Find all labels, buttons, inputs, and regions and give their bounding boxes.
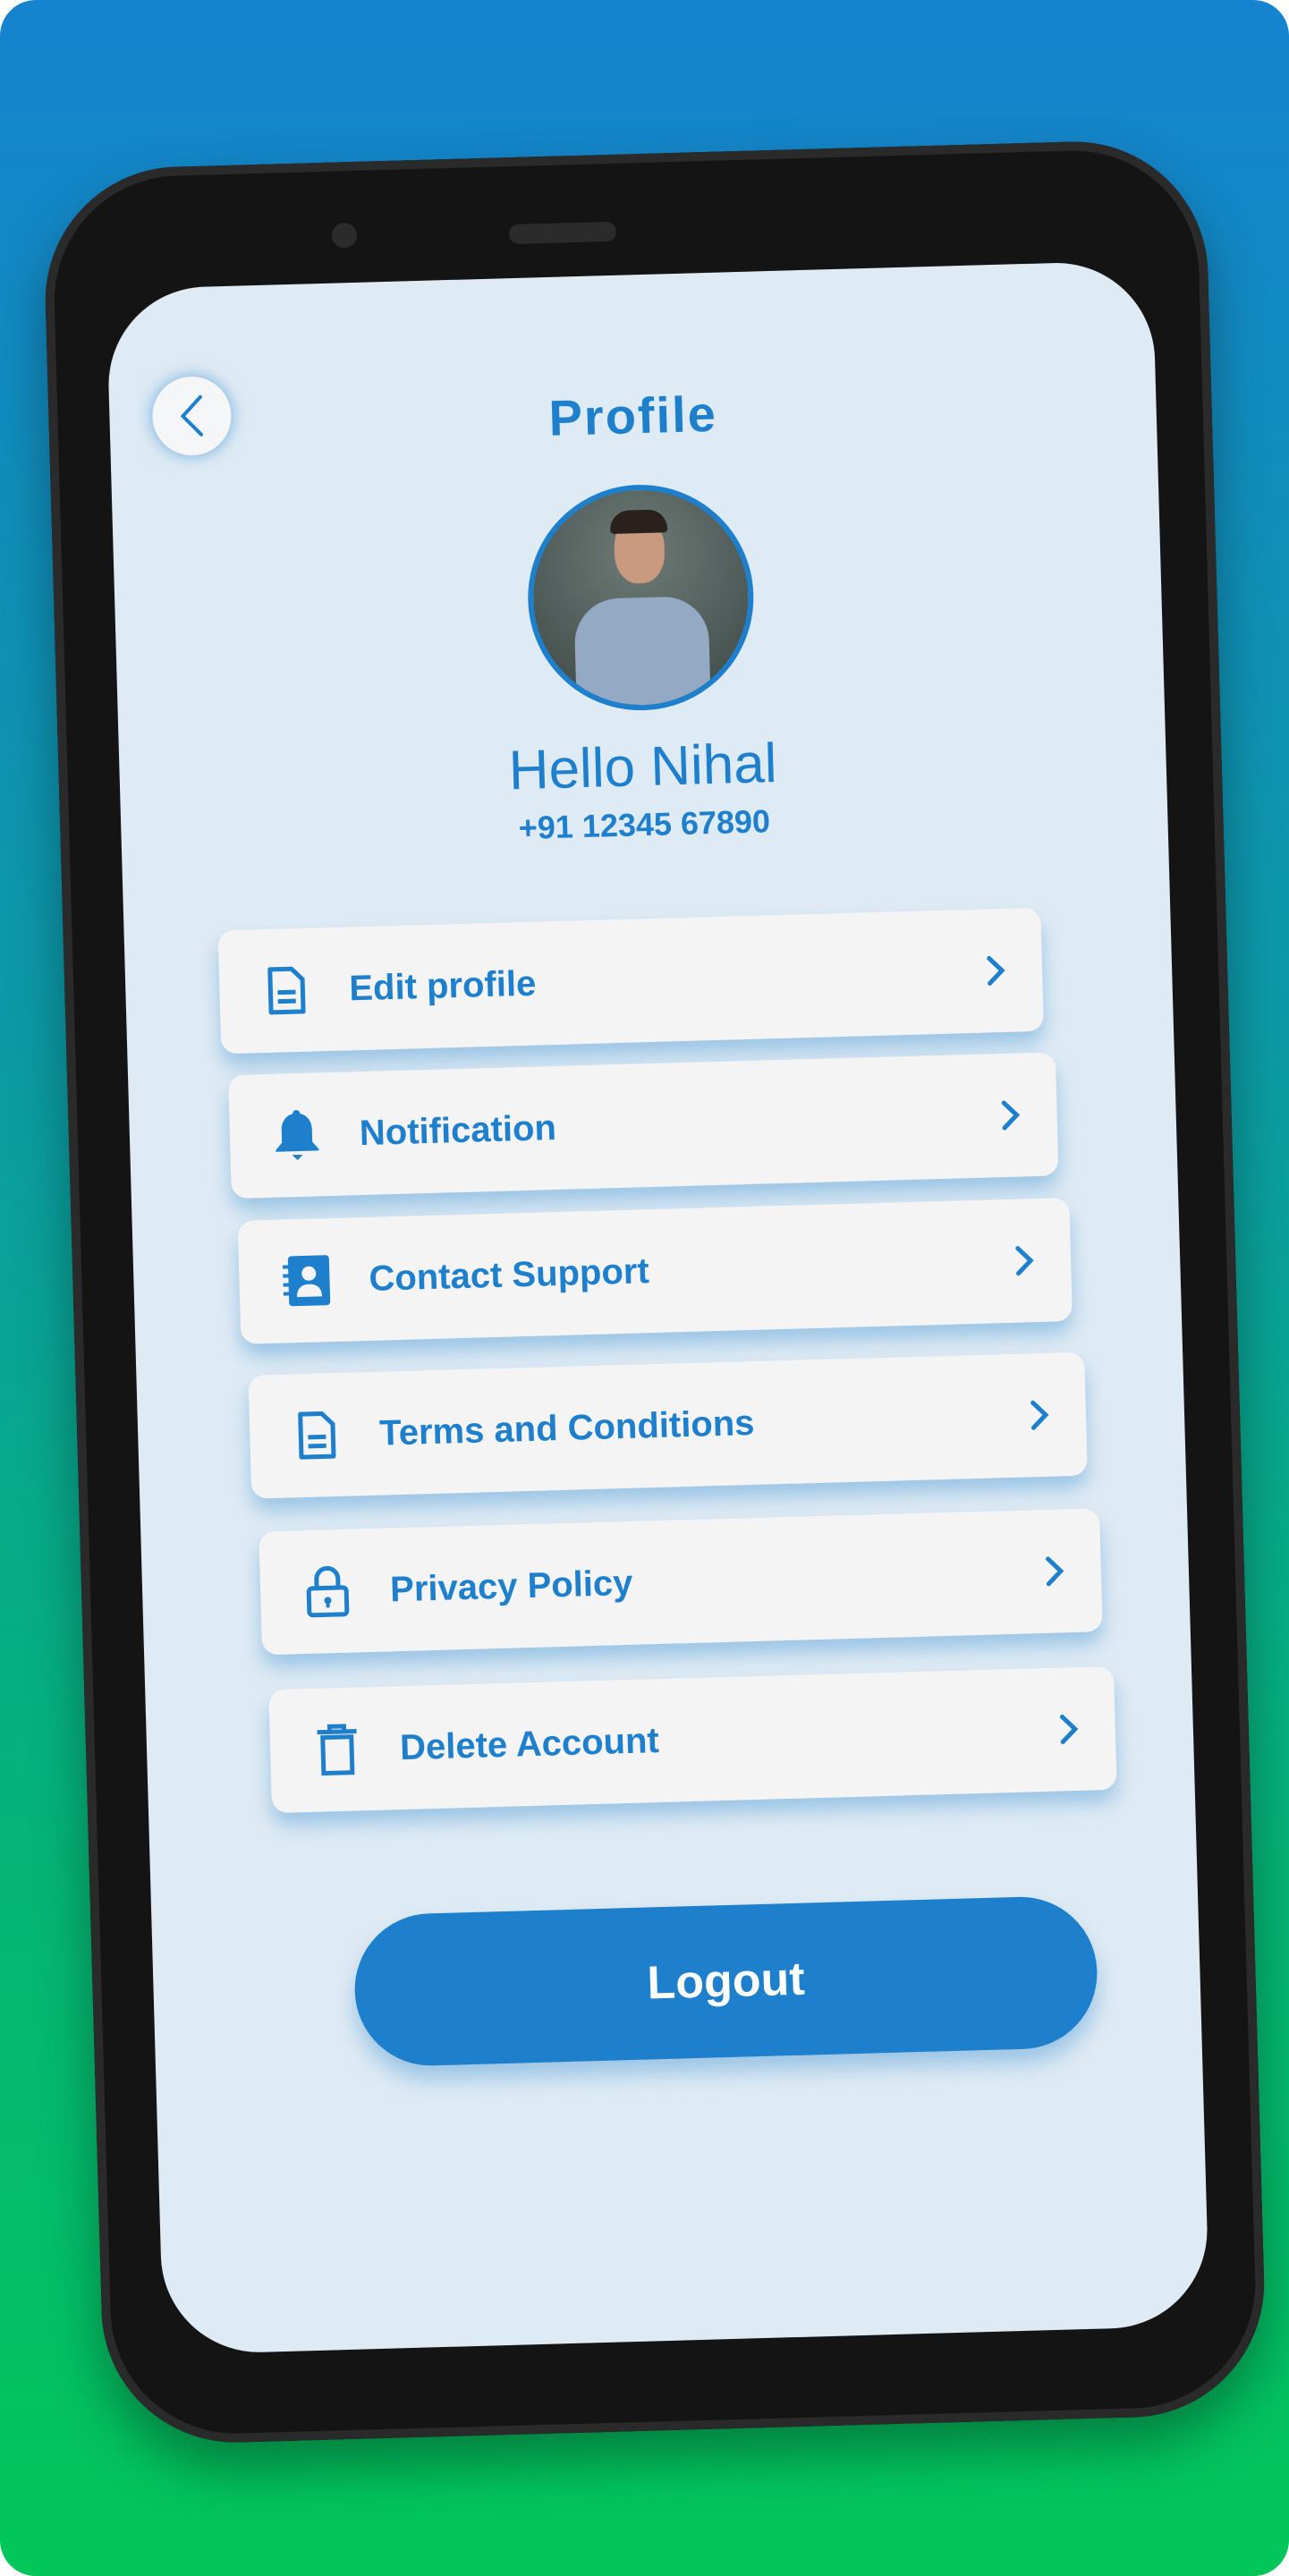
avatar-hair xyxy=(609,509,668,535)
phone-frame: Profile Hello Nihal +91 12345 67890 Edit… xyxy=(41,138,1268,2446)
background: Profile Hello Nihal +91 12345 67890 Edit… xyxy=(0,0,1289,2576)
menu-label: Notification xyxy=(359,1107,557,1153)
chevron-right-icon xyxy=(1015,1246,1034,1276)
chevron-right-icon xyxy=(1001,1100,1021,1131)
contact-book-icon xyxy=(279,1253,335,1309)
camera xyxy=(331,222,358,249)
menu-item-delete-account[interactable]: Delete Account xyxy=(268,1665,1117,1814)
menu-label: Contact Support xyxy=(368,1250,650,1299)
bell-icon xyxy=(269,1107,325,1163)
avatar-body xyxy=(573,596,712,714)
document-icon xyxy=(259,963,315,1019)
chevron-right-icon xyxy=(987,955,1005,986)
menu-item-privacy-policy[interactable]: Privacy Policy xyxy=(259,1508,1103,1656)
trash-icon xyxy=(310,1722,365,1777)
logout-button[interactable]: Logout xyxy=(352,1894,1099,2068)
menu-item-terms[interactable]: Terms and Conditions xyxy=(248,1352,1088,1499)
lock-icon xyxy=(300,1564,355,1620)
chevron-right-icon xyxy=(1030,1400,1049,1430)
speaker xyxy=(508,221,617,245)
menu-item-notification[interactable]: Notification xyxy=(228,1052,1059,1199)
menu-label: Terms and Conditions xyxy=(378,1402,756,1453)
menu-label: Edit profile xyxy=(348,963,537,1008)
avatar[interactable] xyxy=(524,481,757,714)
menu-label: Privacy Policy xyxy=(389,1563,633,1609)
profile-screen: Profile Hello Nihal +91 12345 67890 Edit… xyxy=(106,260,1210,2355)
menu-item-edit-profile[interactable]: Edit profile xyxy=(217,907,1045,1055)
document-icon xyxy=(289,1408,344,1463)
page-title: Profile xyxy=(547,385,718,446)
menu-label: Delete Account xyxy=(399,1720,660,1767)
chevron-right-icon xyxy=(1046,1556,1064,1587)
menu-item-contact-support[interactable]: Contact Support xyxy=(237,1198,1073,1344)
chevron-right-icon xyxy=(1059,1714,1079,1744)
